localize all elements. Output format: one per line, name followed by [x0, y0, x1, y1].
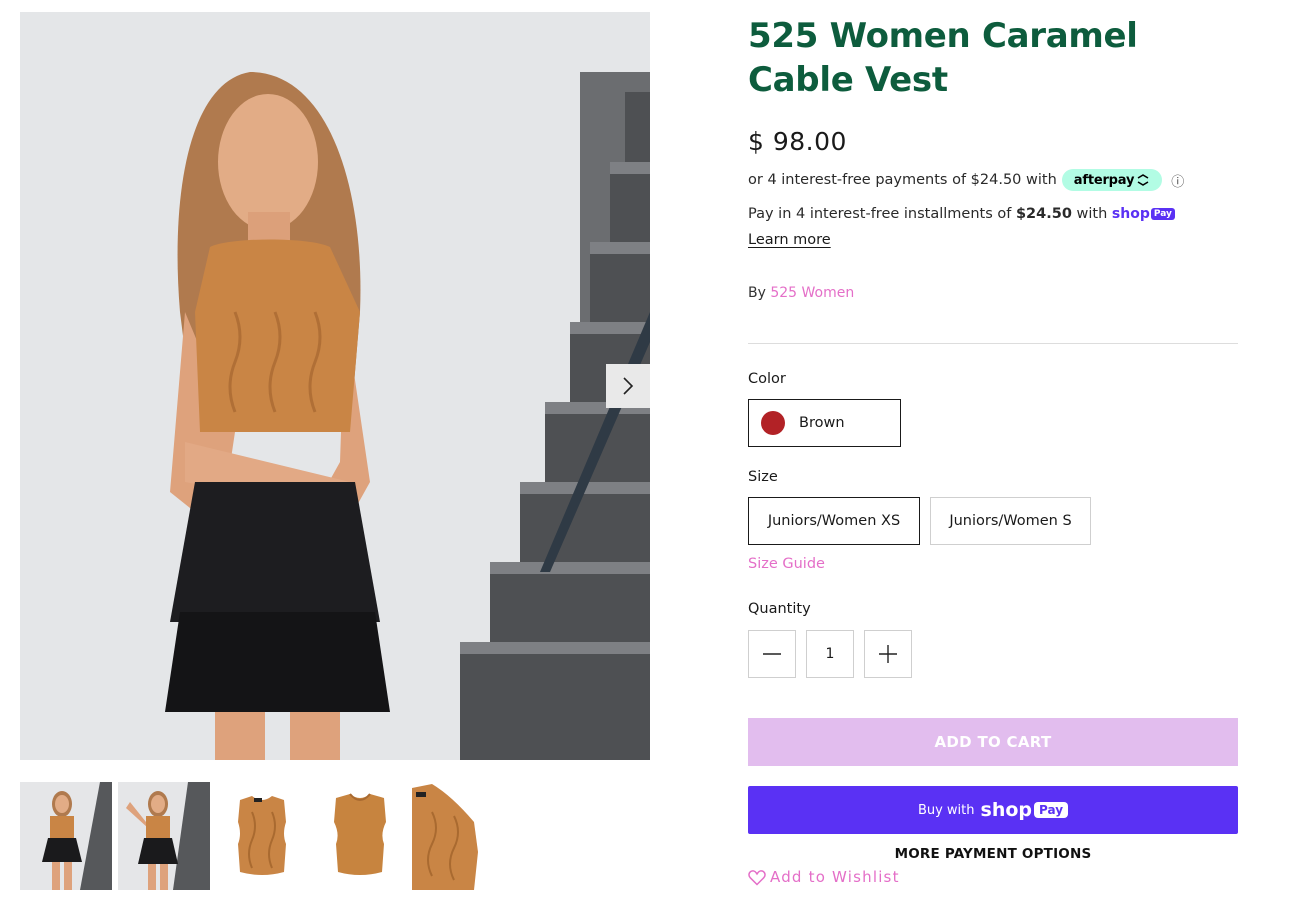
afterpay-arrows-icon — [1137, 174, 1149, 186]
shop-brand-text: shop — [1111, 206, 1150, 222]
shoppay-prefix: Pay in 4 interest-free installments of — [748, 206, 1012, 222]
next-image-button[interactable] — [606, 364, 650, 408]
add-to-wishlist-button[interactable]: Add to Wishlist — [748, 868, 900, 886]
thumbnail-3[interactable] — [216, 782, 308, 890]
vendor-line: By 525 Women — [748, 285, 854, 301]
quantity-label: Quantity — [748, 601, 811, 617]
color-label: Color — [748, 371, 786, 387]
product-price: $ 98.00 — [748, 127, 847, 156]
learn-more-link[interactable]: Learn more — [748, 232, 831, 248]
main-product-image[interactable] — [20, 12, 650, 760]
quantity-decrease-button[interactable] — [748, 630, 796, 678]
thumbnail-4[interactable] — [314, 782, 406, 890]
chevron-right-icon — [623, 377, 634, 395]
afterpay-logo-text: afterpay — [1073, 172, 1135, 188]
shoppay-with: with — [1076, 206, 1108, 222]
size-guide-link[interactable]: Size Guide — [748, 556, 825, 572]
thumbnail-photo — [118, 782, 210, 890]
thumbnail-photo — [412, 782, 478, 890]
info-icon[interactable]: ⓘ — [1171, 171, 1184, 190]
color-option-brown[interactable]: Brown — [748, 399, 901, 447]
minus-icon — [763, 653, 781, 655]
wishlist-label: Add to Wishlist — [770, 868, 900, 886]
afterpay-message: or 4 interest-free payments of $24.50 wi… — [748, 169, 1184, 191]
thumbnail-photo — [314, 782, 406, 890]
size-option-s[interactable]: Juniors/Women S — [930, 497, 1091, 545]
size-option-xs[interactable]: Juniors/Women XS — [748, 497, 920, 545]
color-option-label: Brown — [799, 415, 845, 431]
color-swatch — [761, 411, 785, 435]
pay-brand-text: Pay — [1034, 802, 1069, 818]
more-payment-options-button[interactable]: MORE PAYMENT OPTIONS — [748, 846, 1238, 862]
thumbnail-1[interactable] — [20, 782, 112, 890]
vendor-link[interactable]: 525 Women — [770, 285, 854, 301]
shoppay-amount: $24.50 — [1015, 206, 1072, 222]
size-label: Size — [748, 469, 778, 485]
thumbnail-photo — [216, 782, 308, 890]
thumbnail-strip — [20, 782, 478, 890]
buy-with-label: Buy with — [917, 802, 975, 818]
thumbnail-2[interactable] — [118, 782, 210, 890]
product-title: 525 Women Caramel Cable Vest — [748, 16, 1138, 100]
shop-brand-text: shop — [980, 799, 1033, 821]
divider — [748, 343, 1238, 344]
afterpay-badge[interactable]: afterpay — [1061, 169, 1163, 191]
plus-icon — [879, 645, 897, 663]
shoppay-logo: shop Pay — [1112, 206, 1175, 222]
quantity-increase-button[interactable] — [864, 630, 912, 678]
product-photo — [20, 12, 650, 760]
thumbnail-photo — [20, 782, 112, 890]
heart-icon — [748, 869, 766, 886]
by-label: By — [748, 285, 766, 301]
pay-brand-text: Pay — [1150, 208, 1175, 220]
shoppay-installments-message: Pay in 4 interest-free installments of $… — [748, 206, 1175, 222]
afterpay-text: or 4 interest-free payments of $24.50 wi… — [748, 172, 1057, 188]
quantity-input[interactable] — [806, 630, 854, 678]
thumbnail-5[interactable] — [412, 782, 478, 890]
buy-with-shoppay-button[interactable]: Buy with shop Pay — [748, 786, 1238, 834]
add-to-cart-button[interactable]: ADD TO CART — [748, 718, 1238, 766]
